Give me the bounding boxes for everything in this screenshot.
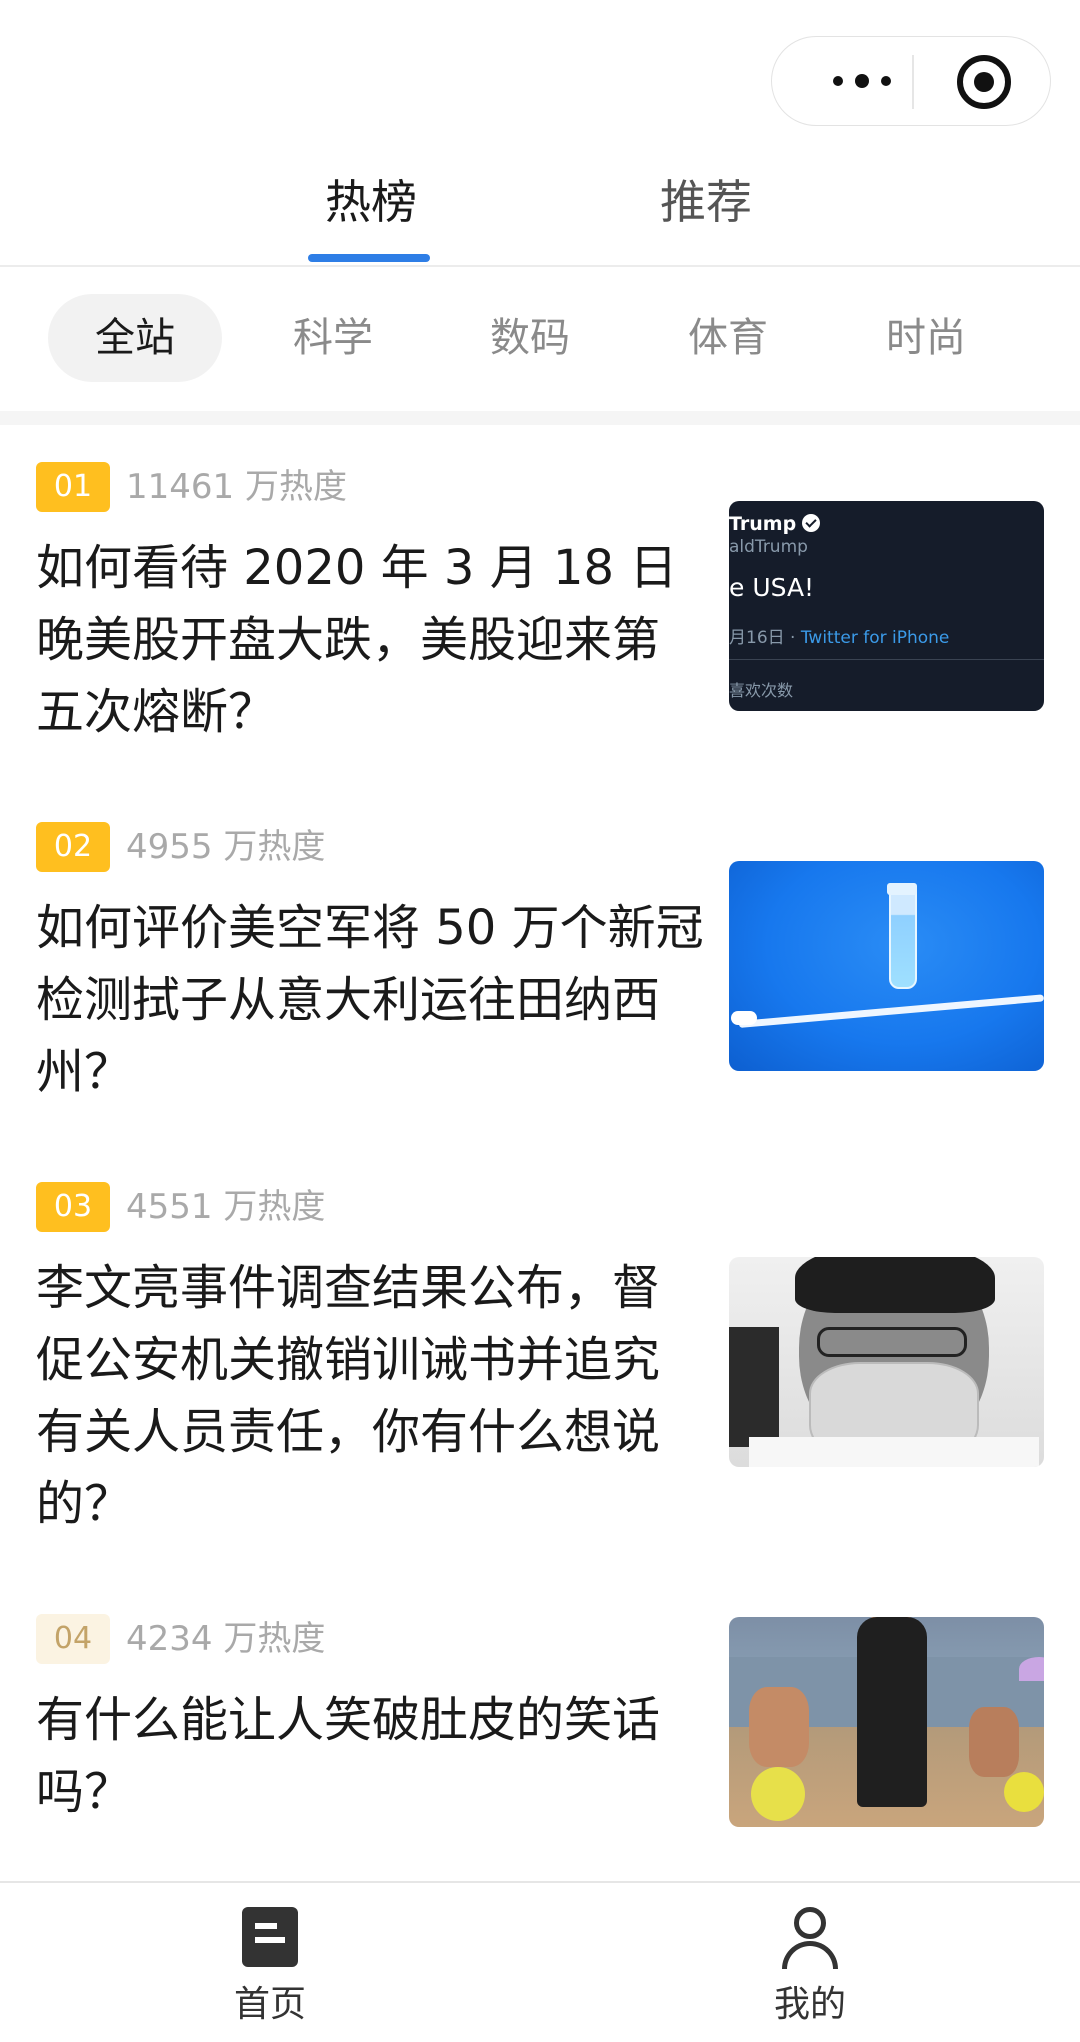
heat-count: 11461 万热度 [126,467,347,507]
verified-icon [802,514,821,532]
more-options-icon[interactable] [812,37,912,125]
item-title: 如何评价美空军将 50 万个新冠检测拭子从意大利运往田纳西州？ [36,900,704,1100]
bottom-nav-home[interactable]: 首页 [150,1883,390,2042]
tab-recommend[interactable]: 推荐 [660,172,752,232]
miniprogram-capsule [771,36,1051,126]
tweet-handle: aldTrump [729,537,808,557]
tweet-likes: 喜欢次数 [729,681,794,700]
tab-hot[interactable]: 热榜 [325,172,417,232]
list-item[interactable]: 02 4955 万热度 如何评价美空军将 50 万个新冠检测拭子从意大利运往田纳… [0,785,1080,1130]
tweet-divider [729,659,1044,660]
man-overalls [857,1617,927,1807]
swab-image [738,994,1044,1028]
beach-person [749,1687,809,1767]
bottom-tab-bar: 首页 我的 [0,1881,1080,2042]
tweet-text: e USA! [729,573,815,602]
user-icon [780,1907,840,1969]
glasses [817,1327,967,1357]
item-thumbnail [729,1617,1044,1827]
rank-badge: 02 [36,822,110,872]
category-digital[interactable]: 数码 [472,294,588,382]
heat-count: 4551 万热度 [126,1187,326,1227]
item-title: 有什么能让人笑破肚皮的笑话吗？ [36,1692,661,1820]
section-divider [0,411,1080,425]
swab-tip [731,1011,757,1025]
tweet-meta: 月16日 · Twitter for iPhone [729,628,950,648]
heat-count: 4234 万热度 [126,1619,326,1659]
close-miniprogram-icon[interactable] [957,55,1011,109]
home-document-icon [242,1907,298,1967]
item-thumbnail [729,1257,1044,1467]
beach-ball [751,1767,805,1821]
rank-badge: 03 [36,1182,110,1232]
white-coat [749,1437,1039,1467]
category-science[interactable]: 科学 [275,294,391,382]
person-hair [795,1257,995,1313]
capsule-divider [912,55,914,109]
item-thumbnail: Trump aldTrump e USA! 月16日 · Twitter for… [729,501,1044,711]
beach-person [969,1707,1019,1777]
tube-cap [887,883,917,895]
category-sports[interactable]: 体育 [670,294,786,382]
tweet-author: Trump [729,513,821,535]
category-all[interactable]: 全站 [48,294,222,382]
test-tube-image [889,887,917,989]
item-title: 如何看待 2020 年 3 月 18 日晚美股开盘大跌，美股迎来第五次熔断？ [36,540,678,740]
list-item[interactable]: 01 11461 万热度 如何看待 2020 年 3 月 18 日晚美股开盘大跌… [0,425,1080,770]
umbrella [1019,1657,1044,1681]
rank-badge: 01 [36,462,110,512]
list-item[interactable]: 04 4234 万热度 有什么能让人笑破肚皮的笑话吗？ [0,1577,1080,1877]
beach-ball [1004,1772,1044,1812]
item-title: 李文亮事件调查结果公布，督促公安机关撤销训诫书并追究有关人员责任，你有什么想说的… [36,1260,661,1532]
heat-count: 4955 万热度 [126,827,326,867]
rank-badge: 04 [36,1614,110,1664]
active-tab-indicator [308,254,430,262]
bottom-nav-mine[interactable]: 我的 [690,1883,930,2042]
category-bar: 全站 科学 数码 体育 时尚 [0,266,1080,411]
bottom-nav-home-label: 首页 [233,1984,306,2025]
list-item[interactable]: 03 4551 万热度 李文亮事件调查结果公布，督促公安机关撤销训诫书并追究有关… [0,1145,1080,1545]
photo-background [729,1327,779,1447]
category-fashion[interactable]: 时尚 [868,294,984,382]
item-thumbnail [729,861,1044,1071]
main-tabs: 热榜 推荐 [0,150,1080,267]
bottom-nav-mine-label: 我的 [773,1984,846,2025]
